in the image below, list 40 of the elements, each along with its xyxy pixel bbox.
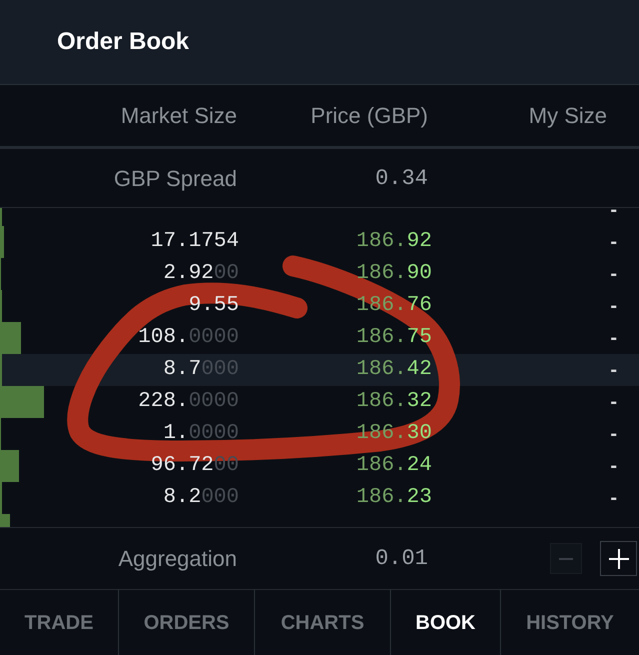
my-size: - xyxy=(610,394,618,410)
tab[interactable]: CHARTS xyxy=(254,590,390,655)
aggregation-label: Aggregation xyxy=(118,545,238,573)
my-size: - xyxy=(610,330,618,346)
my-size-header: My Size xyxy=(528,102,608,130)
price: 186.42 xyxy=(356,357,432,384)
price: 186.32 xyxy=(356,389,432,416)
my-size: - xyxy=(610,490,618,506)
my-size: - xyxy=(610,298,618,314)
spread-label: GBP Spread xyxy=(114,164,238,193)
my-size: - xyxy=(610,266,618,282)
tab[interactable]: HISTORY xyxy=(500,590,639,655)
my-size: - xyxy=(610,208,618,218)
price: 186.90 xyxy=(356,261,432,288)
market-size: 1.0000 xyxy=(163,421,240,448)
tab[interactable]: TRADE xyxy=(0,590,118,655)
price: 186.24 xyxy=(356,453,432,480)
spread-value: 0.34 xyxy=(375,164,429,192)
plus-icon xyxy=(608,548,628,568)
tab[interactable]: BOOK xyxy=(390,590,500,655)
market-size: 2.9200 xyxy=(163,261,240,288)
row-highlight[interactable] xyxy=(0,354,639,386)
market-size: 108.0000 xyxy=(138,325,240,352)
price: 186.92 xyxy=(356,229,432,256)
price: 186.23 xyxy=(356,485,432,512)
market-size: 8.2000 xyxy=(163,485,240,512)
aggregation-value: 0.01 xyxy=(375,545,429,573)
increase-button[interactable] xyxy=(600,541,637,576)
market-size: 96.7200 xyxy=(150,453,240,480)
minus-icon xyxy=(559,558,573,560)
my-size: - xyxy=(610,426,618,442)
market-size: 17.1754 xyxy=(150,229,240,256)
my-size: - xyxy=(610,362,618,378)
my-size: - xyxy=(610,458,618,474)
my-size: - xyxy=(610,234,618,250)
panel-title: Order Book xyxy=(57,30,190,54)
market-size: 228.0000 xyxy=(138,389,240,416)
tab[interactable]: ORDERS xyxy=(118,590,254,655)
price-header: Price (GBP) xyxy=(310,102,429,130)
market-size-header: Market Size xyxy=(120,102,238,130)
